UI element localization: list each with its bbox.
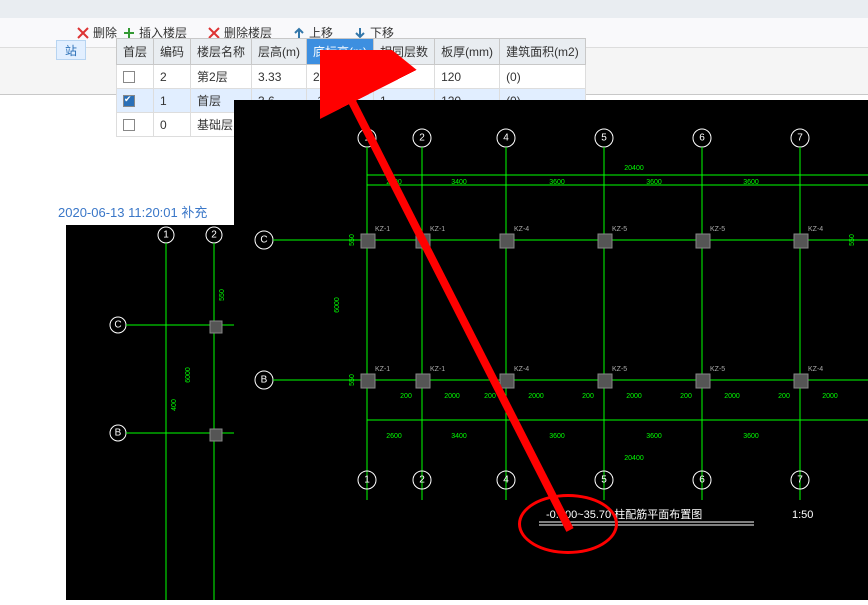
- svg-text:KZ-1: KZ-1: [430, 366, 445, 373]
- dim-label: 6000: [334, 297, 341, 313]
- dim-label: 3600: [549, 179, 565, 186]
- svg-text:2000: 2000: [528, 393, 544, 400]
- grid-label: C: [260, 235, 267, 246]
- col-same[interactable]: 相同层数: [374, 39, 435, 65]
- svg-text:6: 6: [699, 475, 705, 486]
- col-area[interactable]: 建筑面积(m2): [500, 39, 586, 65]
- col-height[interactable]: 层高(m): [252, 39, 307, 65]
- cell-elev[interactable]: 2.6: [307, 65, 374, 89]
- cell-height[interactable]: 3.33: [252, 65, 307, 89]
- svg-text:KZ-4: KZ-4: [808, 226, 823, 233]
- svg-text:200: 200: [400, 393, 412, 400]
- checkbox-icon[interactable]: [123, 95, 135, 107]
- panel-caption: [0, 0, 868, 18]
- svg-text:KZ-5: KZ-5: [710, 366, 725, 373]
- svg-text:KZ-4: KZ-4: [808, 366, 823, 373]
- svg-text:2: 2: [419, 133, 425, 144]
- svg-text:KZ-1: KZ-1: [375, 226, 390, 233]
- dim-label: 3400: [451, 179, 467, 186]
- col-elevation[interactable]: 底标高(m): [307, 39, 374, 65]
- svg-text:1: 1: [364, 133, 370, 144]
- cad-view-main: 1 2 4 5 6 7 C B 2600 3400 3600 3600 3600 2040…: [234, 100, 868, 600]
- dim-label: 3600: [743, 179, 759, 186]
- cad-view-left: 1 2 C B 550 6000 400: [66, 225, 234, 600]
- dim-label: 550: [349, 374, 356, 386]
- drawing-title-right: 5.70 柱配筋平面布置图: [590, 507, 702, 521]
- grid-label: C: [114, 320, 121, 331]
- svg-text:6: 6: [699, 133, 705, 144]
- svg-text:7: 7: [797, 133, 803, 144]
- dim-label: 3600: [646, 179, 662, 186]
- svg-text:KZ-5: KZ-5: [612, 366, 627, 373]
- svg-text:5: 5: [601, 475, 607, 486]
- checkbox-icon[interactable]: [123, 119, 135, 131]
- table-header-row: 首层 编码 楼层名称 层高(m) 底标高(m) 相同层数 板厚(mm) 建筑面积…: [117, 39, 586, 65]
- checkbox-icon[interactable]: [123, 71, 135, 83]
- drawing-scale: 1:50: [792, 509, 813, 521]
- svg-text:4: 4: [503, 133, 509, 144]
- grid-label: B: [115, 428, 122, 439]
- grid-label: 1: [163, 230, 169, 241]
- svg-text:KZ-4: KZ-4: [514, 366, 529, 373]
- dim-label: 3600: [549, 433, 565, 440]
- svg-text:KZ-5: KZ-5: [710, 226, 725, 233]
- delete-label: 删除: [93, 24, 117, 41]
- side-tab[interactable]: 站: [56, 40, 86, 60]
- svg-text:2000: 2000: [724, 393, 740, 400]
- col-firstfloor[interactable]: 首层: [117, 39, 154, 65]
- dim-label: 550: [219, 289, 226, 301]
- col-name[interactable]: 楼层名称: [191, 39, 252, 65]
- dim-label: 400: [171, 399, 178, 411]
- svg-text:200: 200: [680, 393, 692, 400]
- dim-label: 550: [849, 234, 856, 246]
- dim-label: 6000: [185, 367, 192, 383]
- cell-same[interactable]: 1: [374, 65, 435, 89]
- svg-text:KZ-1: KZ-1: [430, 226, 445, 233]
- cell-slab[interactable]: 120: [435, 65, 500, 89]
- cell-code[interactable]: 1: [154, 89, 191, 113]
- svg-text:KZ-5: KZ-5: [612, 226, 627, 233]
- dim-label: 3600: [743, 433, 759, 440]
- dim-label: 2600: [386, 179, 402, 186]
- svg-text:KZ-1: KZ-1: [375, 366, 390, 373]
- svg-text:KZ-4: KZ-4: [514, 226, 529, 233]
- timestamp: 2020-06-13 11:20:01 补充: [58, 202, 207, 221]
- cell-area[interactable]: (0): [500, 65, 586, 89]
- svg-text:200: 200: [778, 393, 790, 400]
- svg-text:200: 200: [484, 393, 496, 400]
- cell-code[interactable]: 2: [154, 65, 191, 89]
- cell-check[interactable]: [117, 113, 154, 137]
- dim-label: 2600: [386, 433, 402, 440]
- x-icon: [76, 26, 90, 40]
- col-code[interactable]: 编码: [154, 39, 191, 65]
- cell-code[interactable]: 0: [154, 113, 191, 137]
- dim-label: 550: [349, 234, 356, 246]
- svg-text:-0.100~35.70 柱配筋平面布置图: -0.100~35.70 柱配筋平面布置图: [546, 507, 702, 521]
- dim-label: 20400: [624, 165, 644, 172]
- svg-text:2: 2: [419, 475, 425, 486]
- grid-label: 2: [211, 230, 217, 241]
- cell-check[interactable]: [117, 89, 154, 113]
- svg-text:4: 4: [503, 475, 509, 486]
- svg-text:2000: 2000: [626, 393, 642, 400]
- drawing-title-left: -0.100~: [546, 509, 584, 521]
- col-slab[interactable]: 板厚(mm): [435, 39, 500, 65]
- svg-text:2000: 2000: [822, 393, 838, 400]
- dim-label: 3600: [646, 433, 662, 440]
- svg-text:5: 5: [601, 133, 607, 144]
- grid-label: B: [261, 375, 268, 386]
- svg-text:7: 7: [797, 475, 803, 486]
- cell-name[interactable]: 第2层: [191, 65, 252, 89]
- svg-text:1: 1: [364, 475, 370, 486]
- svg-text:2000: 2000: [444, 393, 460, 400]
- svg-text:200: 200: [582, 393, 594, 400]
- cell-check[interactable]: [117, 65, 154, 89]
- dim-label: 20400: [624, 455, 644, 462]
- table-row[interactable]: 2第2层3.332.61120(0): [117, 65, 586, 89]
- dim-label: 3400: [451, 433, 467, 440]
- side-tab-label: 站: [65, 42, 77, 59]
